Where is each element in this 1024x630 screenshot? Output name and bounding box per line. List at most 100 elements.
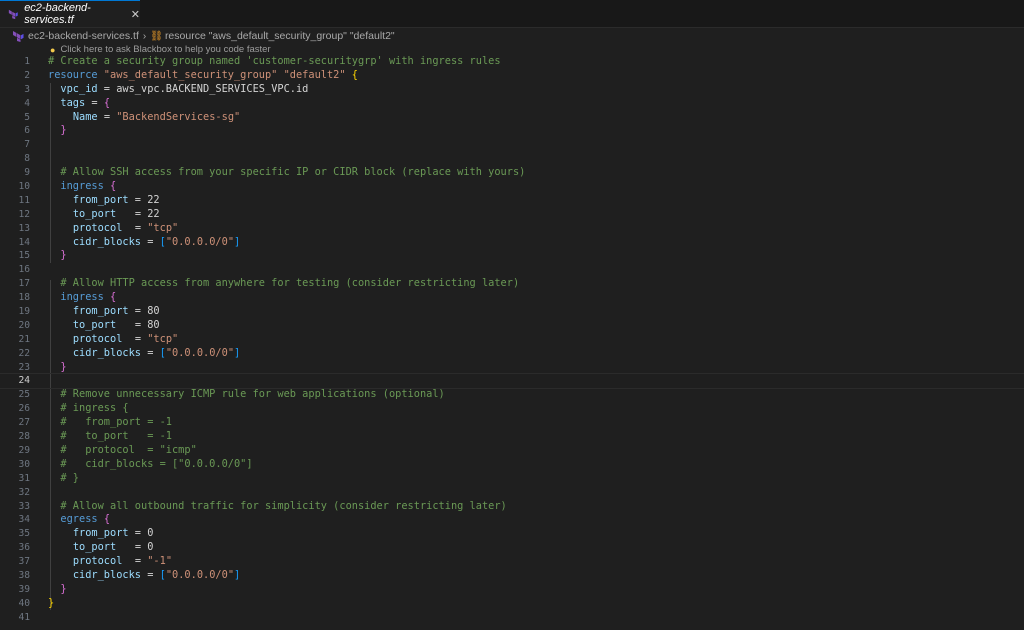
- line-number: 18: [18, 292, 30, 304]
- code-line[interactable]: 8: [0, 152, 1024, 166]
- line-number: 35: [18, 528, 30, 540]
- code-line[interactable]: 25 # Remove unnecessary ICMP rule for we…: [0, 388, 1024, 402]
- code-line[interactable]: 33 # Allow all outbound traffic for simp…: [0, 500, 1024, 514]
- code-token: Name: [72, 110, 98, 123]
- code-text: # Allow SSH access from your specific IP…: [48, 166, 525, 180]
- code-text: }: [48, 597, 54, 611]
- code-line[interactable]: 32: [0, 486, 1024, 500]
- code-text: from_port = 80: [48, 305, 160, 319]
- code-text: Name = "BackendServices-sg": [48, 111, 240, 125]
- code-token: "BackendServices-sg": [116, 110, 241, 123]
- code-text: }: [48, 124, 67, 138]
- code-token: from_port: [72, 527, 129, 540]
- line-number: 41: [18, 611, 30, 623]
- code-line[interactable]: 36 to_port = 0: [0, 541, 1024, 555]
- code-line[interactable]: 29 # protocol = "icmp": [0, 444, 1024, 458]
- code-token: from_port: [72, 305, 129, 318]
- code-line[interactable]: 9 # Allow SSH access from your specific …: [0, 166, 1024, 180]
- code-line[interactable]: 10 ingress {: [0, 180, 1024, 194]
- code-token: cidr_blocks: [72, 568, 142, 581]
- line-number: 12: [18, 208, 30, 220]
- code-token: = 80: [128, 305, 160, 318]
- breadcrumb-symbol[interactable]: resource "aws_default_security_group" "d…: [165, 30, 395, 42]
- code-line[interactable]: 14 cidr_blocks = ["0.0.0.0/0"]: [0, 236, 1024, 250]
- code-line[interactable]: 35 from_port = 0: [0, 527, 1024, 541]
- breadcrumb: ec2-backend-services.tf › ⛓ resource "aw…: [12, 28, 395, 44]
- code-line[interactable]: 30 # cidr_blocks = ["0.0.0.0/0"]: [0, 458, 1024, 472]
- code-editor[interactable]: 1 # Create a security group named 'custom…: [0, 55, 1024, 625]
- code-token: vpc_id: [60, 82, 98, 95]
- code-token: = 0: [116, 541, 154, 554]
- code-token: =: [122, 332, 148, 345]
- code-text: # Create a security group named 'custome…: [48, 55, 501, 69]
- code-line[interactable]: 5 Name = "BackendServices-sg": [0, 111, 1024, 125]
- code-token: =: [85, 96, 104, 109]
- code-token: protocol: [72, 555, 123, 568]
- code-line[interactable]: 21 protocol = "tcp": [0, 333, 1024, 347]
- code-line[interactable]: 34 egress {: [0, 513, 1024, 527]
- code-token: {: [103, 513, 111, 526]
- line-number: 34: [18, 514, 30, 526]
- code-token: to_port: [72, 318, 117, 331]
- breadcrumb-file[interactable]: ec2-backend-services.tf: [28, 30, 139, 42]
- code-token: = 0: [128, 527, 154, 540]
- code-line[interactable]: 39 }: [0, 583, 1024, 597]
- code-line[interactable]: 11 from_port = 22: [0, 194, 1024, 208]
- code-line[interactable]: 38 cidr_blocks = ["0.0.0.0/0"]: [0, 569, 1024, 583]
- code-line[interactable]: 16: [0, 263, 1024, 277]
- code-text: cidr_blocks = ["0.0.0.0/0"]: [48, 569, 240, 583]
- code-line[interactable]: 17 # Allow HTTP access from anywhere for…: [0, 277, 1024, 291]
- blackbox-hint[interactable]: ● Click here to ask Blackbox to help you…: [50, 44, 271, 55]
- code-text: # }: [48, 472, 79, 486]
- code-line[interactable]: 20 to_port = 80: [0, 319, 1024, 333]
- line-number: 3: [24, 83, 30, 95]
- code-line[interactable]: 12 to_port = 22: [0, 208, 1024, 222]
- code-token: ]: [234, 235, 241, 248]
- code-token: # Create a security group named 'custome…: [48, 55, 501, 67]
- code-text: }: [48, 583, 66, 597]
- code-token: # to_port = -1: [48, 430, 172, 443]
- code-line[interactable]: 18 ingress {: [0, 291, 1024, 305]
- code-line[interactable]: 27 # from_port = -1: [0, 416, 1024, 430]
- close-icon[interactable]: ✕: [131, 8, 140, 21]
- code-line[interactable]: 24: [0, 373, 1024, 390]
- code-line[interactable]: 23 }: [0, 361, 1024, 375]
- code-line[interactable]: 1 # Create a security group named 'custom…: [0, 55, 1024, 69]
- code-text: protocol = "tcp": [48, 222, 178, 236]
- line-number: 37: [18, 556, 30, 568]
- code-line[interactable]: 15 }: [0, 249, 1024, 263]
- code-line[interactable]: 31 # }: [0, 472, 1024, 486]
- code-line[interactable]: 7: [0, 138, 1024, 152]
- code-text: egress {: [48, 513, 110, 527]
- line-number: 29: [18, 444, 30, 456]
- code-line[interactable]: 41: [0, 611, 1024, 625]
- code-line[interactable]: 6 }: [0, 124, 1024, 138]
- code-line[interactable]: 2 resource "aws_default_security_group" "…: [0, 69, 1024, 83]
- code-line[interactable]: 13 protocol = "tcp": [0, 222, 1024, 236]
- code-token: }: [60, 124, 67, 137]
- code-line[interactable]: 40}: [0, 597, 1024, 611]
- line-number: 27: [18, 417, 30, 429]
- code-line[interactable]: 4 tags = {: [0, 97, 1024, 111]
- code-text: to_port = 80: [48, 319, 160, 333]
- code-token: # from_port = -1: [48, 416, 172, 429]
- tab-ec2-backend-services[interactable]: ec2-backend-services.tf ✕: [0, 0, 140, 27]
- code-token: # }: [48, 471, 79, 484]
- code-text: # from_port = -1: [48, 416, 172, 430]
- code-line[interactable]: 3 vpc_id = aws_vpc.BACKEND_SERVICES_VPC.…: [0, 83, 1024, 97]
- code-line[interactable]: 26 # ingress {: [0, 402, 1024, 416]
- code-line[interactable]: 22 cidr_blocks = ["0.0.0.0/0"]: [0, 347, 1024, 361]
- code-line[interactable]: 37 protocol = "-1": [0, 555, 1024, 569]
- terraform-icon: [13, 31, 24, 42]
- code-line[interactable]: 28 # to_port = -1: [0, 430, 1024, 444]
- code-line[interactable]: 19 from_port = 80: [0, 305, 1024, 319]
- code-text: from_port = 22: [48, 194, 160, 208]
- terraform-icon: [8, 9, 18, 20]
